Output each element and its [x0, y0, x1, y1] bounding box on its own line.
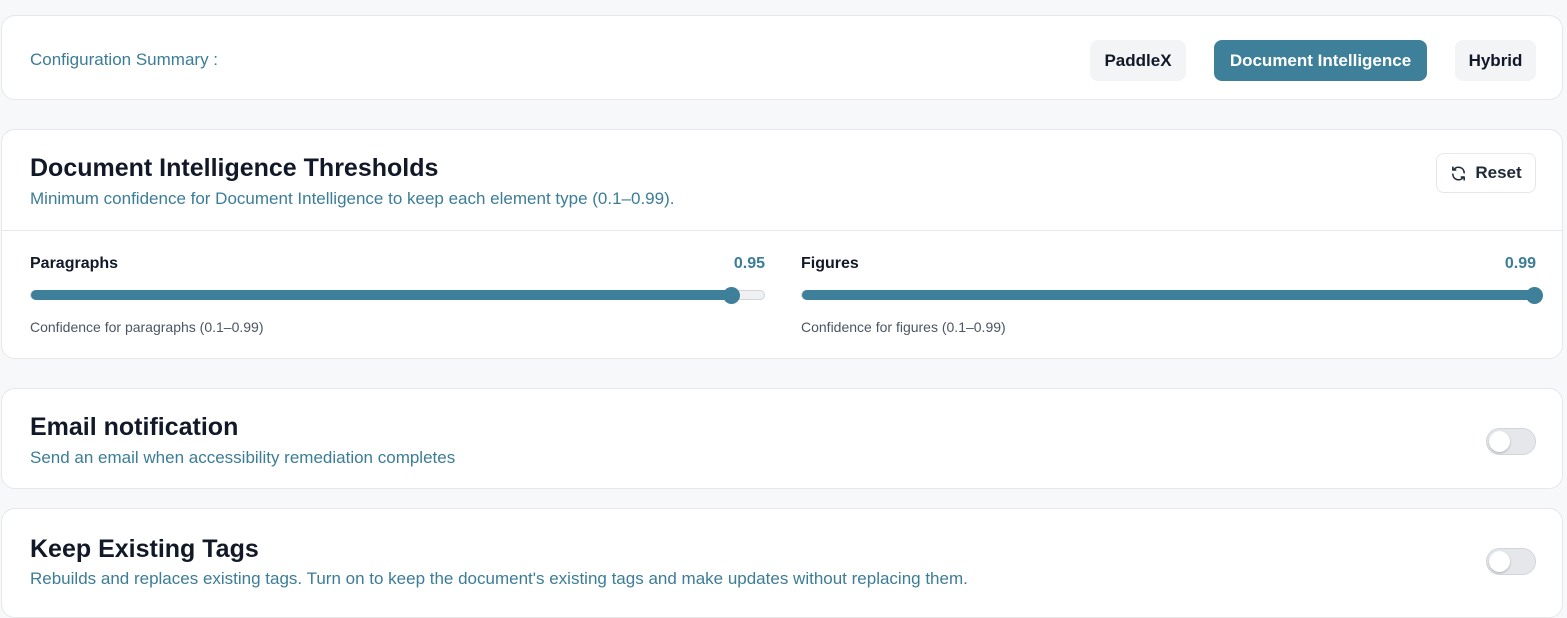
configuration-summary-card: Configuration Summary : PaddleX Document… [1, 15, 1563, 100]
paragraphs-slider-thumb[interactable] [723, 287, 741, 304]
thresholds-divider [2, 230, 1562, 231]
figures-slider-fill [802, 290, 1535, 300]
mode-hybrid-button[interactable]: Hybrid [1455, 40, 1536, 81]
email-notification-toggle[interactable] [1486, 428, 1536, 455]
paragraphs-help-text: Confidence for paragraphs (0.1–0.99) [30, 319, 264, 335]
paragraphs-slider-fill [31, 290, 732, 300]
figures-label: Figures [801, 255, 859, 272]
mode-paddlex-button[interactable]: PaddleX [1090, 40, 1186, 81]
keep-existing-tags-subtitle: Rebuilds and replaces existing tags. Tur… [30, 569, 968, 588]
toggle-knob [1489, 431, 1510, 452]
email-notification-title: Email notification [30, 413, 239, 441]
figures-slider-track[interactable] [801, 287, 1543, 304]
refresh-icon [1452, 165, 1466, 181]
mode-document-intelligence-button[interactable]: Document Intelligence [1214, 40, 1427, 81]
configuration-summary-label: Configuration Summary : [30, 50, 219, 69]
figures-value: 0.99 [1504, 255, 1536, 272]
keep-existing-tags-title: Keep Existing Tags [30, 535, 259, 563]
reset-label: Reset [1475, 163, 1522, 182]
email-notification-subtitle: Send an email when accessibility remedia… [30, 448, 456, 467]
paragraphs-label: Paragraphs [30, 255, 119, 272]
paragraphs-slider-group: Paragraphs 0.95 Confidence for paragraph… [30, 255, 765, 335]
thresholds-card: Document Intelligence Thresholds Minimum… [1, 129, 1563, 359]
keep-existing-tags-toggle[interactable] [1486, 548, 1536, 575]
figures-help-text: Confidence for figures (0.1–0.99) [801, 319, 1006, 335]
paragraphs-slider-track[interactable] [30, 287, 765, 304]
figures-slider-group: Figures 0.99 Confidence for figures (0.1… [801, 255, 1543, 335]
thresholds-subtitle: Minimum confidence for Document Intellig… [30, 189, 675, 208]
email-notification-card: Email notification Send an email when ac… [1, 388, 1563, 489]
figures-slider-thumb[interactable] [1526, 287, 1543, 304]
thresholds-title: Document Intelligence Thresholds [30, 154, 439, 182]
paragraphs-value: 0.95 [733, 255, 765, 272]
reset-button[interactable]: Reset [1436, 153, 1536, 193]
toggle-knob [1489, 551, 1510, 572]
